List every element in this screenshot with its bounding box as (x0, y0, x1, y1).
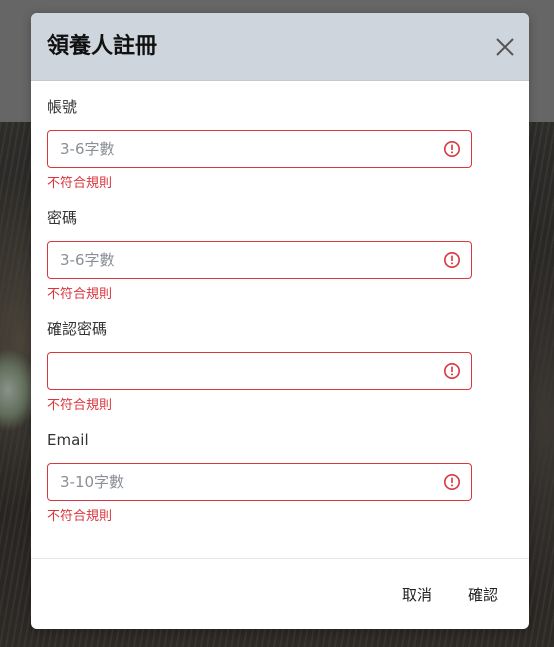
confirm-button[interactable]: 確認 (468, 585, 498, 605)
cancel-button[interactable]: 取消 (402, 585, 432, 605)
email-input-wrapper (47, 463, 472, 501)
password-label: 密碼 (47, 209, 78, 227)
alert-circle-icon (443, 251, 461, 269)
email-label: Email (47, 431, 89, 449)
account-input[interactable] (48, 131, 438, 167)
close-icon[interactable] (493, 35, 517, 59)
email-error: 不符合規則 (47, 509, 113, 524)
confirm-password-label: 確認密碼 (47, 320, 108, 338)
account-error: 不符合規則 (47, 176, 113, 191)
alert-circle-icon (443, 362, 461, 380)
modal-footer: 取消 確認 (31, 558, 529, 629)
modal-header: 領養人註冊 (31, 13, 529, 81)
account-input-wrapper (47, 130, 472, 168)
email-input[interactable] (48, 464, 438, 500)
confirm-password-error: 不符合規則 (47, 398, 113, 413)
password-error: 不符合規則 (47, 287, 113, 302)
account-label: 帳號 (47, 98, 78, 116)
confirm-password-input-wrapper (47, 352, 472, 390)
password-input-wrapper (47, 241, 472, 279)
confirm-password-input[interactable] (48, 353, 438, 389)
alert-circle-icon (443, 473, 461, 491)
password-input[interactable] (48, 242, 438, 278)
alert-circle-icon (443, 140, 461, 158)
register-modal: 領養人註冊 帳號 不符合規則 (31, 13, 529, 629)
modal-title: 領養人註冊 (47, 34, 158, 59)
